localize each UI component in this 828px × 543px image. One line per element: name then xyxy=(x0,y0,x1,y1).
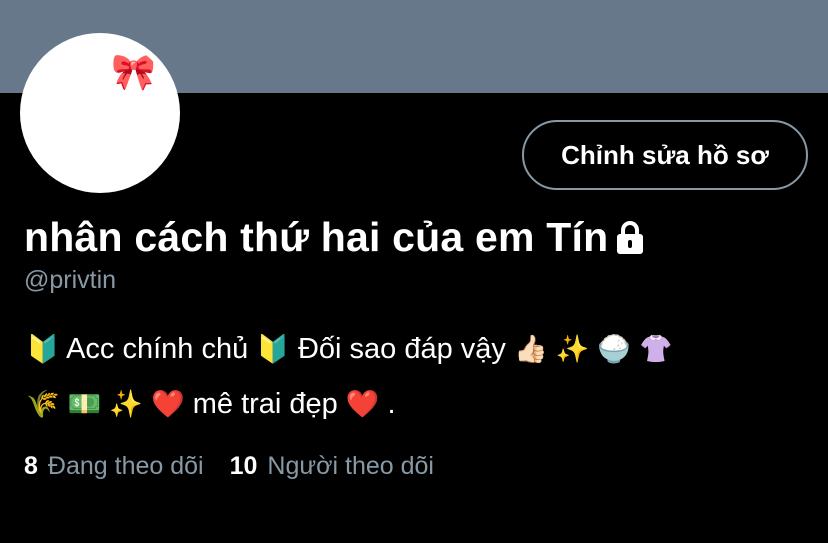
bio-line-1: 🔰 Acc chính chủ 🔰 Đối sao đáp vậy 👍🏻 ✨ 🍚… xyxy=(26,322,816,377)
bio-text: Acc chính chủ xyxy=(59,333,257,365)
bio-emoji-icon: 👚 xyxy=(639,334,673,365)
bio-text xyxy=(548,333,556,365)
following-count[interactable]: 8 xyxy=(24,452,38,481)
lock-icon xyxy=(617,220,644,254)
bio-emoji-icon: 💵 xyxy=(67,389,102,420)
bio-emoji-icon: ❤️ xyxy=(345,389,380,420)
bio-text xyxy=(631,333,639,365)
avatar[interactable]: 😌 🎀 xyxy=(20,33,180,193)
bio-text: mê trai đẹp xyxy=(184,388,346,420)
bio-text: Đối sao đáp vậy xyxy=(289,333,514,365)
bio-emoji-icon: 🔰 xyxy=(26,334,60,365)
following-label[interactable]: Đang theo dõi xyxy=(48,452,204,481)
bio-emoji-icon: ❤️ xyxy=(151,389,185,420)
avatar-image: 😌 🎀 xyxy=(26,39,174,187)
bio-emoji-icon: ✨ xyxy=(555,334,590,365)
bio-text xyxy=(143,388,151,420)
bio-text: . xyxy=(379,388,396,420)
bio-emoji-icon: ✨ xyxy=(109,389,143,420)
bio-line-2: 🌾 💵 ✨ ❤️ mê trai đẹp ❤️ . xyxy=(26,377,816,432)
profile-bio: 🔰 Acc chính chủ 🔰 Đối sao đáp vậy 👍🏻 ✨ 🍚… xyxy=(26,322,816,432)
edit-profile-button[interactable]: Chỉnh sửa hồ sơ xyxy=(522,120,808,190)
display-name: nhân cách thứ hai của em Tín xyxy=(24,214,609,260)
bio-emoji-icon: 👍🏻 xyxy=(514,334,548,365)
user-handle: @privtin xyxy=(24,266,117,294)
bio-emoji-icon: 🌾 xyxy=(26,389,60,420)
display-name-row: nhân cách thứ hai của em Tín xyxy=(24,214,646,261)
bio-text xyxy=(60,388,68,420)
followers-label[interactable]: Người theo dõi xyxy=(267,452,434,481)
ribbon-bow-icon: 🎀 xyxy=(111,52,156,93)
bio-emoji-icon: 🍚 xyxy=(597,334,631,365)
follow-stats: 8 Đang theo dõi 10 Người theo dõi xyxy=(24,452,434,481)
bio-emoji-icon: 🔰 xyxy=(256,334,290,365)
followers-count[interactable]: 10 xyxy=(230,452,258,481)
